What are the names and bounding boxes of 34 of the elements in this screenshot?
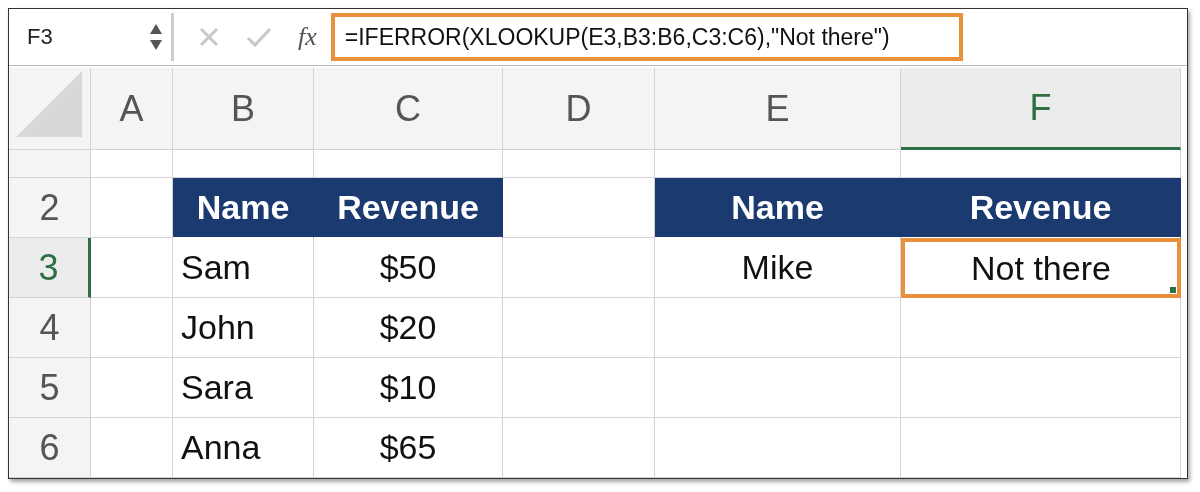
formula-field[interactable]: =IFERROR(XLOOKUP(E3,B3:B6,C3:C6),"Not there") (330, 13, 963, 61)
table-header-cell: Revenue (901, 178, 1181, 238)
table-cell: Anna (173, 418, 314, 478)
active-cell[interactable]: Not there (901, 238, 1181, 298)
column-header[interactable]: A (91, 68, 173, 150)
check-icon[interactable] (246, 26, 272, 48)
table-header-cell: Name (655, 178, 901, 238)
row-header[interactable]: 2 (9, 178, 91, 238)
row-header[interactable]: 5 (9, 358, 91, 418)
table-cell: $50 (314, 238, 503, 298)
table-cell: $10 (314, 358, 503, 418)
cancel-icon[interactable] (198, 26, 220, 48)
name-box[interactable]: F3 (9, 13, 174, 61)
table-cell: Sam (173, 238, 314, 298)
row-header[interactable]: 6 (9, 418, 91, 478)
table-cell: $65 (314, 418, 503, 478)
row-header[interactable]: 4 (9, 298, 91, 358)
table-cell: Sara (173, 358, 314, 418)
table-cell: John (173, 298, 314, 358)
row-header[interactable] (9, 150, 91, 178)
table-header-cell: Revenue (314, 178, 503, 238)
function-button[interactable]: fx (298, 22, 317, 52)
column-header[interactable]: D (503, 68, 655, 150)
table-header-cell: Name (173, 178, 314, 238)
table-cell: Mike (655, 238, 901, 298)
column-header[interactable]: E (655, 68, 901, 150)
select-all-icon[interactable] (15, 71, 84, 139)
row-header[interactable]: 3 (9, 238, 91, 298)
column-header[interactable]: C (314, 68, 503, 150)
table-cell: $20 (314, 298, 503, 358)
fill-handle[interactable] (1170, 287, 1176, 293)
up-down-arrows-icon[interactable] (149, 22, 163, 52)
column-header[interactable]: F (901, 68, 1181, 150)
column-header[interactable]: B (173, 68, 314, 150)
